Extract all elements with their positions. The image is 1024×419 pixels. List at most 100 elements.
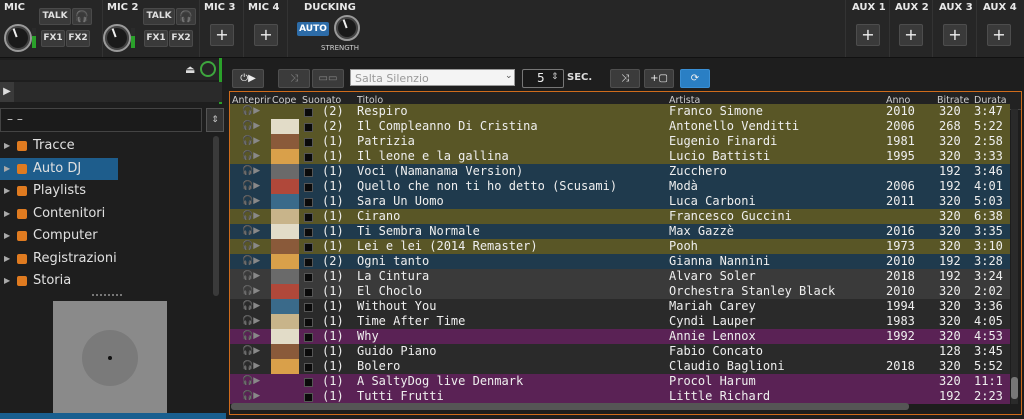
resize-handle[interactable] <box>92 294 122 298</box>
power-icon[interactable] <box>200 61 216 77</box>
preview-play-icon[interactable]: 🎧▶ <box>242 284 262 299</box>
expand-arrow-icon[interactable]: ▶ <box>4 135 10 157</box>
row-checkbox[interactable] <box>304 168 313 177</box>
preview-play-icon[interactable]: 🎧▶ <box>242 254 262 269</box>
power-play-icon[interactable]: ⏻▶ <box>232 69 264 88</box>
table-row[interactable]: 🎧▶ (1) Lei e lei (2014 Remaster) Pooh 1973 32… <box>230 239 1010 254</box>
row-checkbox[interactable] <box>304 198 313 207</box>
table-row[interactable]: 🎧▶ (1) Tutti Frutti Little Richard 192 2:23 <box>230 389 1010 404</box>
expand-arrow-icon[interactable]: ▶ <box>4 203 10 225</box>
mic1-headphones-icon[interactable]: 🎧 <box>72 8 92 25</box>
preview-play-icon[interactable]: 🎧▶ <box>242 299 262 314</box>
row-checkbox[interactable] <box>304 258 313 267</box>
table-row[interactable]: 🎧▶ (1) A SaltyDog live Denmark Procol Harum… <box>230 374 1010 389</box>
preview-play-icon[interactable]: 🎧▶ <box>242 269 262 284</box>
tree-item-storia[interactable]: ▶ Storia <box>0 270 118 292</box>
mic2-fx2-button[interactable]: FX2 <box>169 30 193 47</box>
row-checkbox[interactable] <box>304 183 313 192</box>
row-checkbox[interactable] <box>304 303 313 312</box>
mic2-headphones-icon[interactable]: 🎧 <box>176 8 196 25</box>
table-row[interactable]: 🎧▶ (2) Respiro Franco Simone 2010 320 3:47 <box>230 104 1010 119</box>
expand-arrow-icon[interactable]: ▶ <box>4 270 10 292</box>
eject-icon[interactable]: ⏏ <box>185 63 195 76</box>
aux1-add-button[interactable]: + <box>856 24 880 46</box>
expand-arrow-icon[interactable]: ▶ <box>4 158 10 180</box>
table-row[interactable]: 🎧▶ (1) Quello che non ti ho detto (Scusami… <box>230 179 1010 194</box>
preview-play-icon[interactable]: 🎧▶ <box>242 164 262 179</box>
tree-scrollbar[interactable] <box>213 136 219 296</box>
table-row[interactable]: 🎧▶ (1) Sara Un Uomo Luca Carboni 2011 320 5:03 <box>230 194 1010 209</box>
ducking-strength-knob[interactable] <box>334 15 360 41</box>
preview-play-icon[interactable]: 🎧▶ <box>242 389 262 404</box>
mic1-fx2-button[interactable]: FX2 <box>66 30 90 47</box>
filter-spinner[interactable]: ⇕ <box>206 108 224 132</box>
shuffle-icon[interactable]: ⤨ <box>610 69 640 88</box>
row-checkbox[interactable] <box>304 348 313 357</box>
preview-play-icon[interactable]: 🎧▶ <box>242 149 262 164</box>
table-row[interactable]: 🎧▶ (1) Without You Mariah Carey 1994 320 3:36 <box>230 299 1010 314</box>
mic2-fx1-button[interactable]: FX1 <box>144 30 168 47</box>
tree-item-auto-dj[interactable]: ▶ Auto DJ <box>0 157 118 180</box>
mic1-fx1-button[interactable]: FX1 <box>41 30 65 47</box>
row-checkbox[interactable] <box>304 333 313 342</box>
row-checkbox[interactable] <box>304 378 313 387</box>
preview-play-icon[interactable]: 🎧▶ <box>242 179 262 194</box>
preview-play-icon[interactable]: 🎧▶ <box>242 239 262 254</box>
preview-play-icon[interactable]: 🎧▶ <box>242 374 262 389</box>
row-checkbox[interactable] <box>304 228 313 237</box>
aux4-add-button[interactable]: + <box>987 24 1011 46</box>
preview-play-icon[interactable]: 🎧▶ <box>242 104 262 119</box>
preview-play-icon[interactable]: 🎧▶ <box>242 329 262 344</box>
table-scrollbar[interactable] <box>1011 109 1018 404</box>
row-checkbox[interactable] <box>304 108 313 117</box>
row-checkbox[interactable] <box>304 363 313 372</box>
seconds-input[interactable]: 5 ⇕ <box>522 69 564 88</box>
expand-arrow-icon[interactable]: ▶ <box>4 180 10 202</box>
preview-play-icon[interactable]: 🎧▶ <box>242 134 262 149</box>
stepper-icon[interactable]: ⇕ <box>551 72 559 82</box>
expand-arrow-icon[interactable]: ▶ <box>4 225 10 247</box>
table-row[interactable]: 🎧▶ (1) Il leone e la gallina Lucio Battisti… <box>230 149 1010 164</box>
aux3-add-button[interactable]: + <box>943 24 967 46</box>
row-checkbox[interactable] <box>304 153 313 162</box>
table-row[interactable]: 🎧▶ (1) Why Annie Lennox 1992 320 4:53 <box>230 329 1010 344</box>
table-row[interactable]: 🎧▶ (1) Bolero Claudio Baglioni 2018 320 5:52 <box>230 359 1010 374</box>
add-playlist-button[interactable]: +▢ <box>644 69 674 88</box>
preview-play-icon[interactable]: 🎧▶ <box>242 359 262 374</box>
row-checkbox[interactable] <box>304 273 313 282</box>
mic2-volume-knob[interactable] <box>103 24 131 52</box>
tree-item-registrazioni[interactable]: ▶ Registrazioni <box>0 248 118 270</box>
mic2-talk-button[interactable]: TALK <box>143 8 175 25</box>
mic3-add-button[interactable]: + <box>210 24 234 46</box>
tree-item-contenitori[interactable]: ▶ Contenitori <box>0 203 118 225</box>
table-row[interactable]: 🎧▶ (2) Ogni tanto Gianna Nannini 2010 192 3:28 <box>230 254 1010 269</box>
table-row[interactable]: 🎧▶ (1) La Cintura Alvaro Soler 2018 192 3:24 <box>230 269 1010 284</box>
preview-play-icon[interactable]: 🎧▶ <box>242 209 262 224</box>
tree-item-computer[interactable]: ▶ Computer <box>0 225 118 247</box>
row-checkbox[interactable] <box>304 393 313 402</box>
repeat-icon[interactable]: ⟳ <box>680 69 710 88</box>
table-row[interactable]: 🎧▶ (1) Guido Piano Fabio Concato 128 3:45 <box>230 344 1010 359</box>
tree-item-tracce[interactable]: ▶ Tracce <box>0 135 118 157</box>
table-row[interactable]: 🎧▶ (1) Patrizia Eugenio Finardi 1981 320 2:58 <box>230 134 1010 149</box>
silence-select[interactable]: Salta Silenzio <box>350 69 515 86</box>
expand-arrow-icon[interactable]: ▶ <box>4 248 10 270</box>
aux2-add-button[interactable]: + <box>899 24 923 46</box>
row-checkbox[interactable] <box>304 288 313 297</box>
table-scroll-thumb[interactable] <box>1011 377 1018 399</box>
shuffle-disabled-icon[interactable]: ⤨ <box>278 69 310 88</box>
table-row[interactable]: 🎧▶ (1) El Choclo Orchestra Stanley Black 201… <box>230 284 1010 299</box>
mic4-add-button[interactable]: + <box>254 24 278 46</box>
table-row[interactable]: 🎧▶ (1) Voci (Namanama Version) Zucchero 192 3… <box>230 164 1010 179</box>
table-row[interactable]: 🎧▶ (1) Time After Time Cyndi Lauper 1983 320 4… <box>230 314 1010 329</box>
preview-play-icon[interactable]: 🎧▶ <box>242 314 262 329</box>
row-checkbox[interactable] <box>304 138 313 147</box>
table-row[interactable]: 🎧▶ (1) Cirano Francesco Guccini 320 6:38 <box>230 209 1010 224</box>
row-checkbox[interactable] <box>304 123 313 132</box>
play-icon[interactable]: ▶ <box>0 82 14 102</box>
table-row[interactable]: 🎧▶ (1) Ti Sembra Normale Max Gazzè 2016 320 3:… <box>230 224 1010 239</box>
table-horizontal-scrollbar[interactable] <box>231 403 909 410</box>
tree-item-playlists[interactable]: ▶ Playlists <box>0 180 118 202</box>
preview-play-icon[interactable]: 🎧▶ <box>242 119 262 134</box>
row-checkbox[interactable] <box>304 243 313 252</box>
